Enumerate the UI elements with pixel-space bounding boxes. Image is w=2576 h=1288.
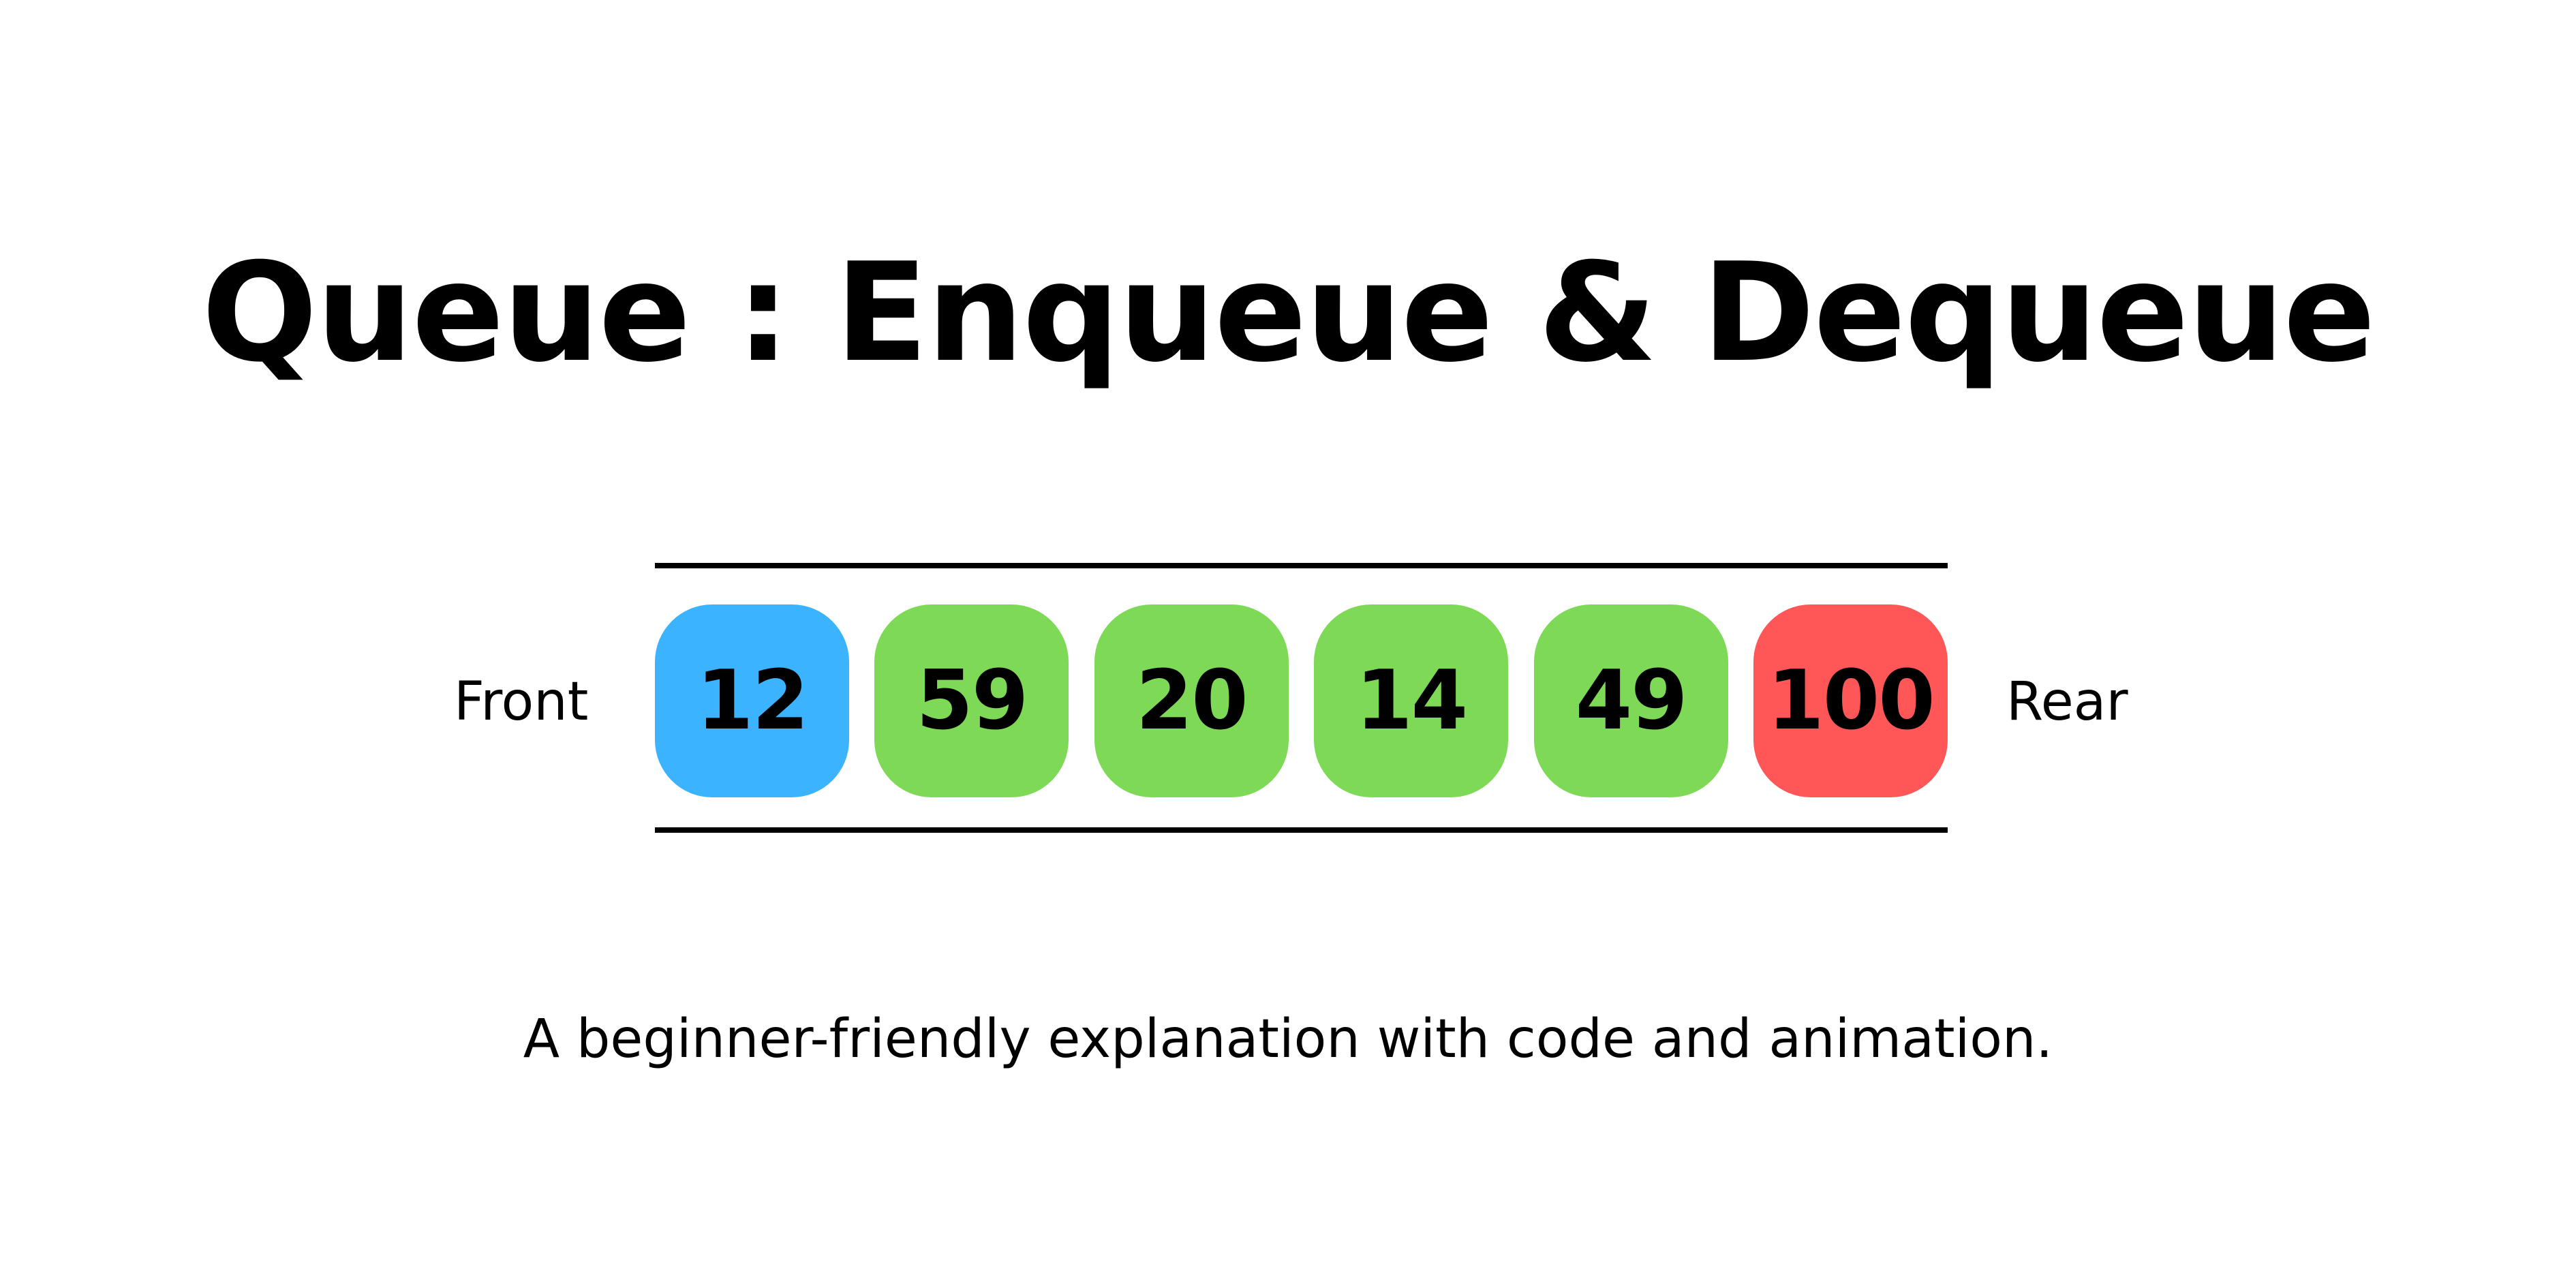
queue-item-middle: 20 bbox=[1094, 604, 1289, 797]
rear-label: Rear bbox=[2006, 671, 2128, 733]
queue-item-front: 12 bbox=[655, 604, 849, 797]
diagram-subtitle: A beginner-friendly explanation with cod… bbox=[523, 1009, 2053, 1070]
queue-top-border bbox=[655, 563, 1948, 568]
queue-bottom-border bbox=[655, 827, 1948, 833]
front-label: Front bbox=[454, 671, 589, 733]
queue-item-middle: 49 bbox=[1533, 604, 1728, 797]
queue-item-middle: 14 bbox=[1314, 604, 1509, 797]
queue-item-rear: 100 bbox=[1753, 604, 1948, 797]
queue-container: 12 59 20 14 49 100 bbox=[655, 604, 1948, 797]
queue-item-middle: 59 bbox=[874, 604, 1069, 797]
diagram-title: Queue : Enqueue & Dequeue bbox=[201, 234, 2376, 393]
